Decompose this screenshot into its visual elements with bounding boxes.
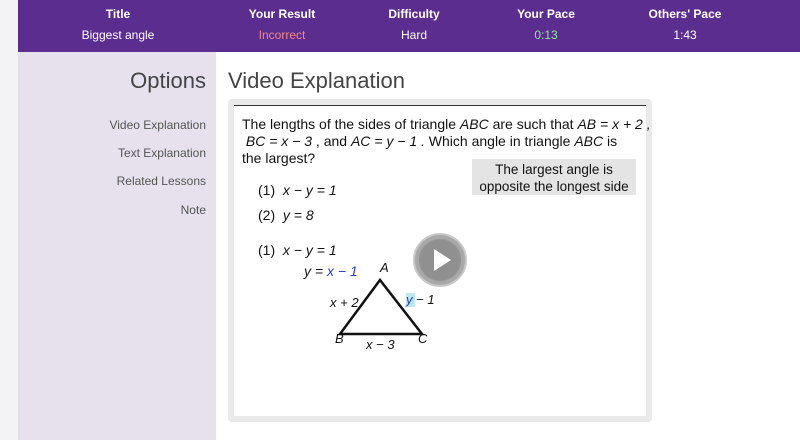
- question-text-part: is: [603, 133, 618, 149]
- header-label: Others' Pace: [648, 7, 722, 21]
- statement-number: (2): [258, 207, 276, 223]
- hint-box: The largest angle is opposite the longes…: [472, 159, 636, 195]
- vertex-c-label: C: [418, 331, 428, 346]
- question-text-part: The lengths of the sides of triangle: [242, 116, 460, 132]
- side-bc-equation: BC = x − 3: [245, 133, 313, 149]
- video-frame[interactable]: The lengths of the sides of triangle ABC…: [234, 105, 651, 416]
- header-col-others-pace: Others' Pace 1:43: [630, 0, 740, 52]
- side-ac-equation: AC = y − 1 .: [350, 133, 425, 149]
- statement-2: (2) y = 8: [258, 207, 314, 223]
- header-col-difficulty: Difficulty Hard: [364, 0, 464, 52]
- difficulty-value: Hard: [400, 28, 427, 42]
- side-bc-label: x − 3: [366, 337, 395, 352]
- header-label: Difficulty: [388, 7, 440, 21]
- sidebar-item-note[interactable]: Note: [181, 203, 206, 217]
- vertex-a-label: A: [380, 260, 389, 275]
- right-gutter: [780, 52, 800, 440]
- question-text-part: Which angle in triangle: [424, 133, 575, 149]
- statement-number: (1): [258, 182, 276, 198]
- page-title: Video Explanation: [228, 68, 405, 93]
- statement-expression: x − y = 1: [282, 182, 337, 198]
- hint-line: The largest angle is: [495, 162, 613, 177]
- question-line: The lengths of the sides of triangle ABC…: [242, 116, 651, 133]
- header-label: Title: [105, 7, 131, 21]
- sidebar-item-text-explanation[interactable]: Text Explanation: [118, 146, 206, 160]
- result-value: Incorrect: [258, 28, 306, 42]
- triangle-name: ABC: [459, 116, 489, 132]
- statement-expression: y = 8: [282, 207, 314, 223]
- vertex-b-label: B: [335, 331, 344, 346]
- question-text-part: are such that: [488, 116, 578, 132]
- video-panel: The lengths of the sides of triangle ABC…: [228, 99, 652, 422]
- left-gutter: [0, 0, 18, 440]
- hint-line: opposite the longest side: [479, 179, 629, 194]
- play-icon[interactable]: [412, 232, 468, 288]
- statement-number: (1): [258, 242, 276, 258]
- side-ac-label: y − 1: [406, 292, 435, 307]
- results-header: Title Biggest angle Your Result Incorrec…: [18, 0, 800, 52]
- side-ac-rest: − 1: [412, 292, 435, 307]
- header-col-pace: Your Pace 0:13: [496, 0, 596, 52]
- question-line: BC = x − 3 , and AC = y − 1 . Which angl…: [242, 133, 642, 150]
- side-ab-label: x + 2: [330, 295, 359, 310]
- others-pace-value: 1:43: [673, 28, 697, 42]
- question-title: Biggest angle: [81, 28, 155, 42]
- sidebar-item-related-lessons[interactable]: Related Lessons: [117, 174, 206, 188]
- header-col-title: Title Biggest angle: [68, 0, 168, 52]
- statement-1: (1) x − y = 1: [258, 182, 337, 198]
- triangle-name: ABC: [574, 133, 604, 149]
- your-pace-value: 0:13: [534, 28, 558, 42]
- side-ab-equation: AB = x + 2 ,: [577, 116, 651, 132]
- options-sidebar: Options Video Explanation Text Explanati…: [18, 52, 216, 440]
- sidebar-item-video-explanation[interactable]: Video Explanation: [109, 118, 206, 132]
- header-col-result: Your Result Incorrect: [232, 0, 332, 52]
- header-label: Your Result: [248, 7, 316, 21]
- question-text-part: , and: [312, 133, 351, 149]
- header-label: Your Pace: [517, 7, 575, 21]
- sidebar-title: Options: [130, 68, 206, 93]
